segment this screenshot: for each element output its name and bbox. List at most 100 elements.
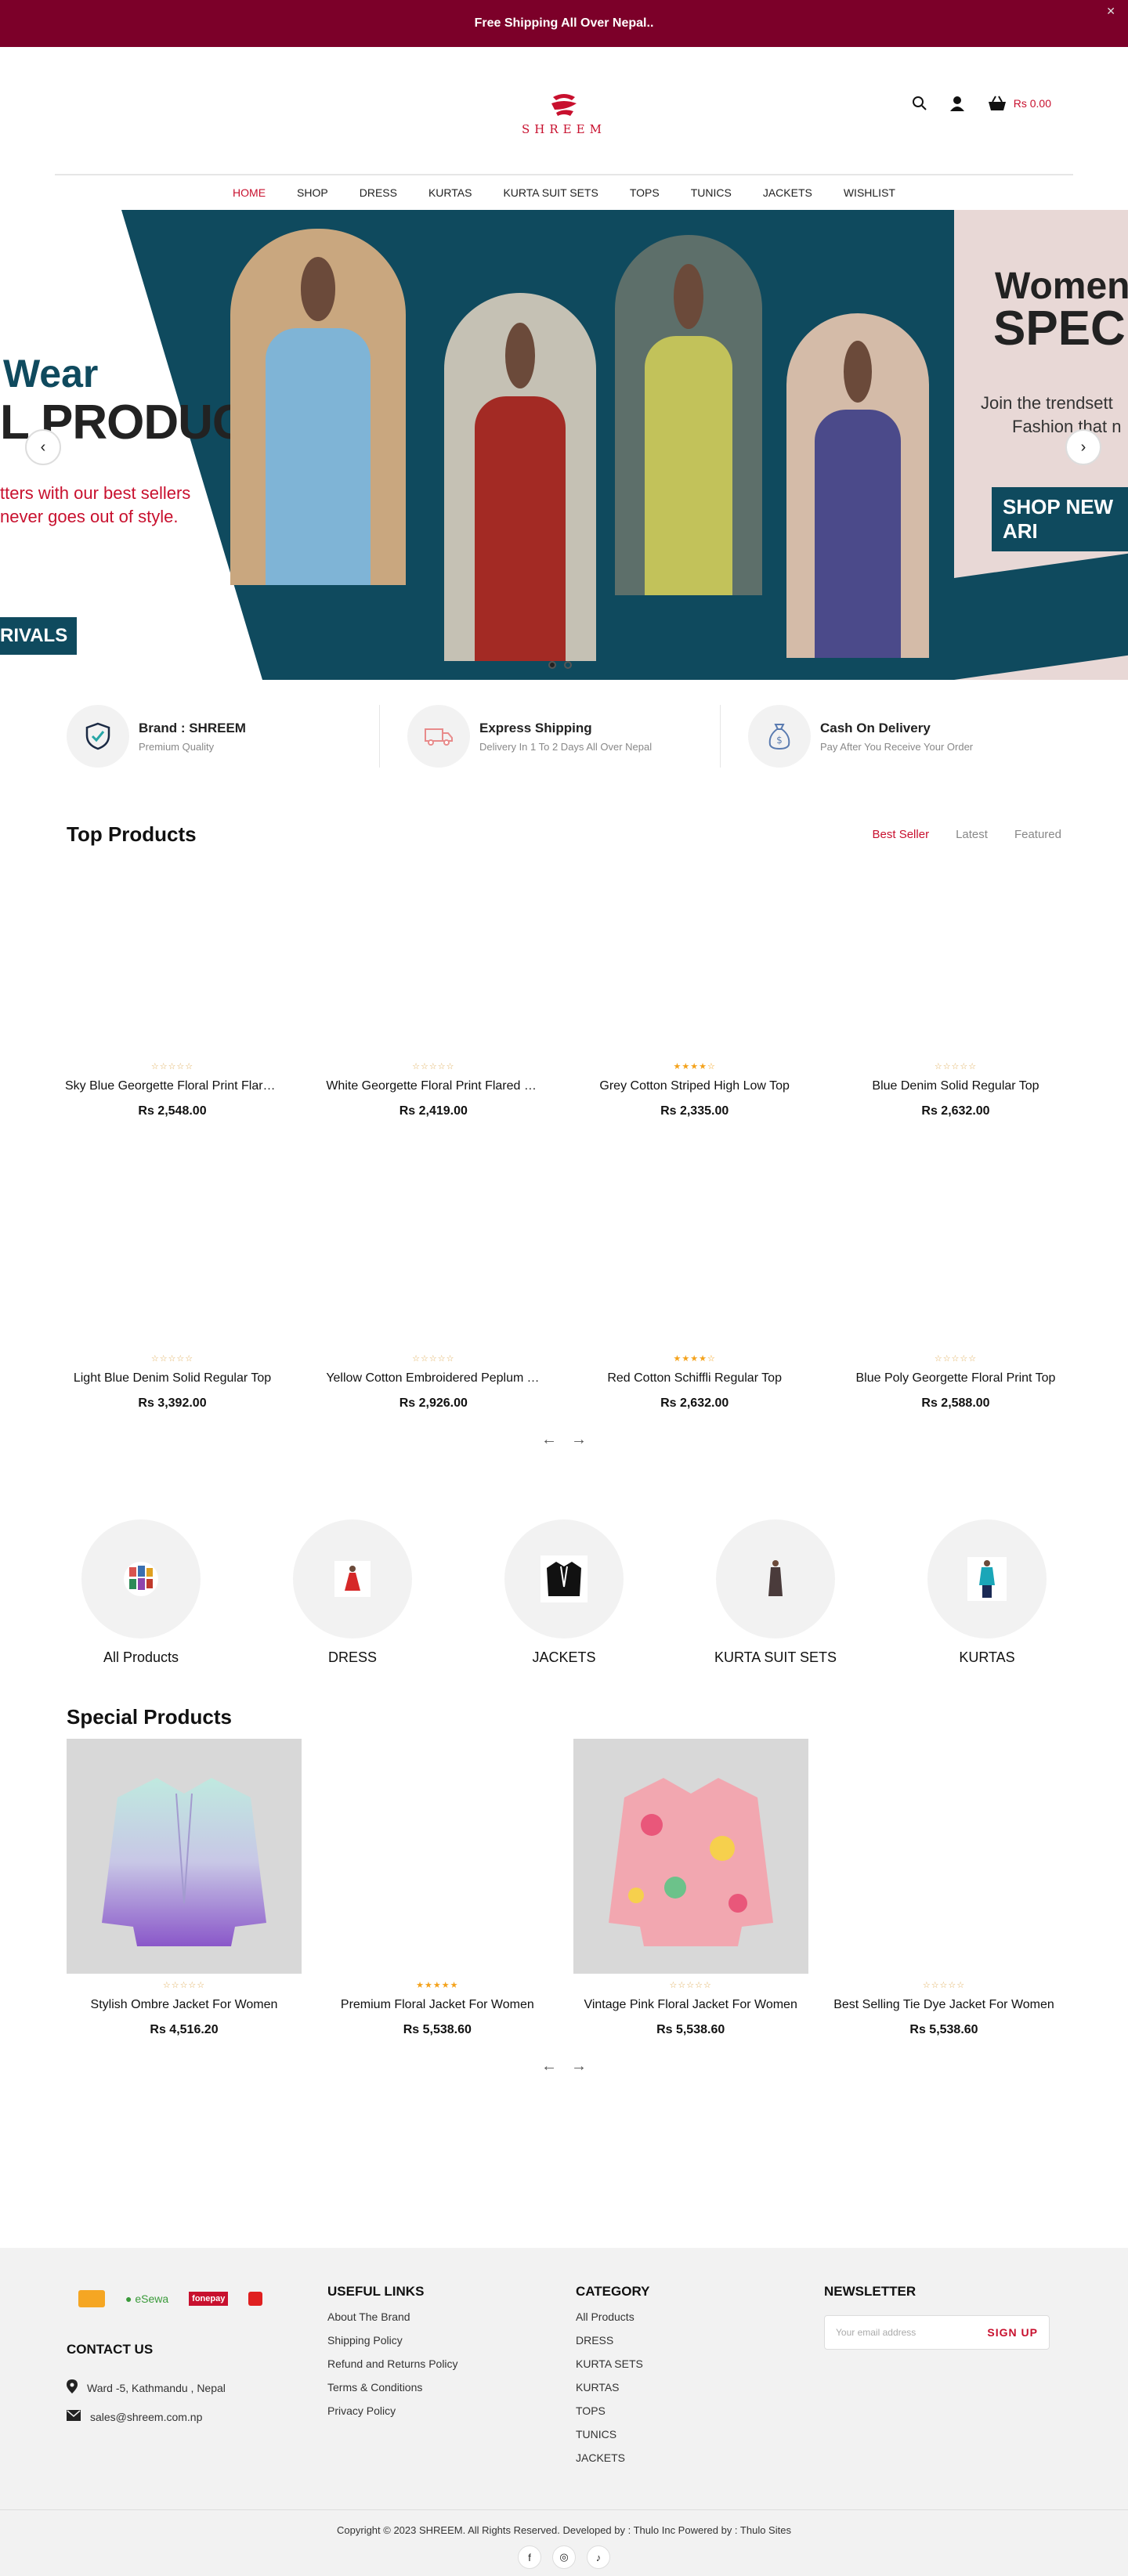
product-name[interactable]: Sky Blue Georgette Floral Print Flared D… [59,1079,286,1093]
footer-link[interactable]: Terms & Conditions [327,2381,458,2394]
product-image[interactable] [59,850,286,1061]
category-item[interactable]: KURTA SUIT SETS [713,1519,838,1666]
feature-strip: Brand : SHREEM Premium Quality Express Sh… [0,705,1128,768]
nav-tunics[interactable]: TUNICS [691,186,732,199]
product-image[interactable] [67,1739,302,1974]
product-image[interactable] [581,1142,808,1353]
product-name[interactable]: Light Blue Denim Solid Regular Top [59,1371,286,1386]
nav-wishlist[interactable]: WISHLIST [844,186,895,199]
product-name[interactable]: Blue Poly Georgette Floral Print Top [842,1371,1069,1386]
footer-category-link[interactable]: TUNICS [576,2428,649,2441]
footer-category-link[interactable]: KURTA SETS [576,2357,649,2370]
nav-jackets[interactable]: JACKETS [763,186,812,199]
nav-shop[interactable]: SHOP [297,186,328,199]
product-card[interactable]: ☆☆☆☆☆ Light Blue Denim Solid Regular Top R… [59,1142,286,1411]
arrow-left-icon[interactable]: ← [541,1431,557,1449]
slider-prev-button[interactable]: ‹ [25,429,61,465]
slider-dot[interactable] [564,661,572,669]
cart-button[interactable]: Rs 0.00 [987,96,1051,111]
footer-category-link[interactable]: All Products [576,2310,649,2323]
product-card[interactable]: ☆☆☆☆☆ Stylish Ombre Jacket For Women Rs … [67,1739,302,2037]
category-item[interactable]: DRESS [290,1519,415,1666]
esewa-logo: ● eSewa [125,2292,169,2305]
product-image[interactable] [320,1142,547,1353]
site-header: SHREEM Rs 0.00 [0,47,1128,174]
rating-stars: ☆☆☆☆☆ [934,1062,978,1071]
svg-text:$: $ [776,735,783,746]
cod-badge-icon [78,2290,105,2307]
nav-kurta-suit-sets[interactable]: KURTA SUIT SETS [503,186,598,199]
product-image[interactable] [320,850,547,1061]
product-name[interactable]: Blue Denim Solid Regular Top [842,1079,1069,1093]
nav-home[interactable]: HOME [233,186,266,199]
arrow-right-icon[interactable]: → [571,1431,587,1449]
account-icon[interactable] [949,96,965,111]
footer-link[interactable]: Privacy Policy [327,2404,458,2417]
close-icon[interactable]: ✕ [1106,5,1115,18]
arrow-right-icon[interactable]: → [571,2058,587,2076]
hero-left-cta[interactable]: RIVALS [0,617,78,655]
rating-stars: ★★★★★ [416,1981,459,1990]
product-card[interactable]: ☆☆☆☆☆ Blue Poly Georgette Floral Print To… [842,1142,1069,1411]
footer-category-link[interactable]: JACKETS [576,2451,649,2464]
product-name[interactable]: White Georgette Floral Print Flared Dres… [320,1079,547,1093]
money-bag-icon: $ [748,705,811,768]
footer-link[interactable]: About The Brand [327,2310,458,2323]
feature-item: $ Cash On Delivery Pay After You Receive … [748,705,1061,768]
category-item[interactable]: All Products [78,1519,204,1666]
rating-stars: ☆☆☆☆☆ [150,1354,194,1364]
product-price: Rs 2,632.00 [660,1396,729,1410]
site-logo[interactable]: SHREEM [522,92,606,136]
announcement-text: Free Shipping All Over Nepal.. [474,16,654,30]
product-card[interactable]: ★★★★★ Premium Floral Jacket For Women Rs… [320,1739,555,2037]
product-image[interactable] [842,850,1069,1061]
hero-right-cta[interactable]: SHOP NEW ARI [992,487,1128,551]
product-image[interactable] [826,1739,1061,1974]
product-image[interactable] [581,850,808,1061]
footer-category-link[interactable]: KURTAS [576,2381,649,2394]
category-item[interactable]: JACKETS [501,1519,627,1666]
nav-dress[interactable]: DRESS [360,186,397,199]
newsletter-title: NEWSLETTER [824,2284,916,2299]
tab-featured[interactable]: Featured [1014,828,1061,841]
contact-email[interactable]: sales@shreem.com.np [90,2411,202,2423]
product-name[interactable]: Yellow Cotton Embroidered Peplum Top [320,1371,547,1386]
product-name[interactable]: Grey Cotton Striped High Low Top [581,1079,808,1093]
footer-link[interactable]: Refund and Returns Policy [327,2357,458,2370]
product-image[interactable] [320,1739,555,1974]
product-card[interactable]: ☆☆☆☆☆ White Georgette Floral Print Flared… [320,850,547,1118]
product-card[interactable]: ☆☆☆☆☆ Blue Denim Solid Regular Top Rs 2,63… [842,850,1069,1118]
newsletter-email-input[interactable]: Your email address [836,2327,916,2338]
tiktok-icon[interactable]: ♪ [587,2545,610,2569]
product-image[interactable] [573,1739,808,1974]
product-price: Rs 3,392.00 [138,1396,207,1410]
product-card[interactable]: ☆☆☆☆☆ Best Selling Tie Dye Jacket For Wo… [826,1739,1061,2037]
tab-best-seller[interactable]: Best Seller [873,828,930,841]
footer-link[interactable]: Shipping Policy [327,2334,458,2347]
product-name[interactable]: Red Cotton Schiffli Regular Top [581,1371,808,1386]
category-item[interactable]: KURTAS [924,1519,1050,1666]
product-card[interactable]: ☆☆☆☆☆ Yellow Cotton Embroidered Peplum To… [320,1142,547,1411]
arrow-left-icon[interactable]: ← [541,2058,557,2076]
product-tabs: Best Seller Latest Featured [873,828,1061,841]
product-card[interactable]: ☆☆☆☆☆ Sky Blue Georgette Floral Print Fla… [59,850,286,1118]
jacket-icon [540,1555,588,1602]
facebook-icon[interactable]: f [518,2545,541,2569]
slider-next-button[interactable]: › [1065,429,1101,465]
footer-category-link[interactable]: TOPS [576,2404,649,2417]
instagram-icon[interactable]: ◎ [552,2545,576,2569]
footer-category-link[interactable]: DRESS [576,2334,649,2347]
product-card[interactable]: ☆☆☆☆☆ Vintage Pink Floral Jacket For Wom… [573,1739,808,2037]
tab-latest[interactable]: Latest [956,828,988,841]
product-image[interactable] [842,1142,1069,1353]
product-card[interactable]: ★★★★☆ Red Cotton Schiffli Regular Top Rs 2… [581,1142,808,1411]
signup-button[interactable]: SIGN UP [987,2326,1038,2339]
product-card[interactable]: ★★★★☆ Grey Cotton Striped High Low Top Rs … [581,850,808,1118]
announcement-bar: Free Shipping All Over Nepal.. ✕ [0,0,1128,47]
nav-tops[interactable]: TOPS [630,186,660,199]
nav-kurtas[interactable]: KURTAS [428,186,472,199]
slider-dot[interactable] [548,661,556,669]
product-image[interactable] [59,1142,286,1353]
search-icon[interactable] [912,96,927,111]
logo-mark-icon [551,94,577,116]
